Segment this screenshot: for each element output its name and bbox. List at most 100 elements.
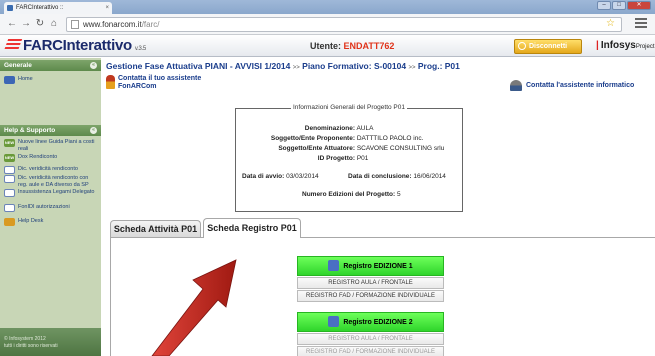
sidebar-item-label: FonIDI autorizzazioni bbox=[18, 204, 70, 210]
logout-label: Disconnetti bbox=[529, 43, 568, 50]
it-support-icon bbox=[510, 80, 522, 91]
registro-header: Registro EDIZIONE 1 bbox=[297, 256, 444, 276]
sidebar-item-fonidi[interactable]: FonIDI autorizzazioni bbox=[3, 204, 99, 212]
window-controls: – □ ✕ bbox=[596, 1, 651, 11]
contact-it-label: Contatta l'assistente informatico bbox=[526, 82, 635, 89]
sidebar-item-label: Dic. veridicità rendiconto con reg. aule… bbox=[18, 175, 89, 188]
info-id-progetto: ID Progetto: P01 bbox=[317, 155, 369, 162]
logout-button[interactable]: Disconnetti bbox=[514, 39, 582, 54]
info-data-avvio: Data di avvio: 03/03/2014 bbox=[242, 173, 319, 180]
sidebar-section-title: Generale bbox=[4, 62, 32, 69]
registro-icon bbox=[328, 316, 340, 327]
sidebar-item-label: Help Desk bbox=[18, 218, 44, 224]
url-path: /farc/ bbox=[141, 20, 160, 29]
new-badge-icon: NEW bbox=[4, 139, 15, 147]
document-icon bbox=[4, 204, 15, 212]
browser-tab[interactable]: FARCInterattivo :: × bbox=[4, 2, 112, 14]
infosys-brand: | InfosysProject bbox=[596, 40, 655, 51]
footer-rights: tutti i diritti sono riservati bbox=[4, 343, 58, 349]
browser-tab-title: FARCInterattivo :: bbox=[16, 5, 64, 11]
contact-assistant-link[interactable]: Contatta il tuo assistente FonARCom bbox=[106, 75, 201, 91]
info-numero-edizioni: Numero Edizioni del Progetto: 5 bbox=[302, 191, 401, 198]
reload-icon[interactable]: ↻ bbox=[34, 17, 46, 31]
contact-assistant-line2: FonARCom bbox=[118, 83, 157, 90]
browser-navbar: ← → ↻ ⌂ www.fonarcom.it/farc/ ☆ bbox=[0, 14, 655, 35]
maximize-button[interactable]: □ bbox=[612, 1, 626, 10]
infosys-label: Infosys bbox=[600, 40, 636, 51]
sidebar-item-label: Insussistenza Legami Delegato bbox=[18, 189, 95, 195]
browser-tabbar: FARCInterattivo :: × – □ ✕ bbox=[0, 0, 655, 14]
breadcrumb-phase[interactable]: Gestione Fase Attuativa PIANI - AVVISI 1… bbox=[106, 61, 290, 71]
sidebar-item-home[interactable]: Home bbox=[3, 76, 99, 84]
sidebar-item-linee-guida[interactable]: NEW Nuove linee Guida Piani a costi real… bbox=[3, 139, 99, 152]
breadcrumb-progetto: Prog.: P01 bbox=[417, 61, 460, 71]
sidebar-section-title: Help & Supporto bbox=[4, 127, 56, 134]
browser-menu-icon[interactable] bbox=[635, 18, 647, 29]
registro-icon bbox=[328, 260, 340, 271]
registro-header: Registro EDIZIONE 2 bbox=[297, 312, 444, 332]
sidebar-item-dox-rendiconto[interactable]: NEW Dox Rendiconto bbox=[3, 154, 99, 162]
sidebar-item-dic-veridicita-aule[interactable]: Dic. veridicità rendiconto con reg. aule… bbox=[3, 175, 99, 188]
minimize-button[interactable]: – bbox=[597, 1, 611, 10]
sidebar-item-label: Dic. veridicità rendiconto bbox=[18, 166, 78, 172]
registro-edizione-2: Registro EDIZIONE 2 REGISTRO AULA / FRON… bbox=[297, 312, 444, 356]
sidebar-item-dic-veridicita[interactable]: Dic. veridicità rendiconto bbox=[3, 166, 99, 174]
back-arrow-icon[interactable]: ← bbox=[6, 17, 18, 31]
screen: FARCInterattivo :: × – □ ✕ ← → ↻ ⌂ www.f… bbox=[0, 0, 655, 356]
sidebar-item-insussistenza[interactable]: Insussistenza Legami Delegato bbox=[3, 189, 99, 197]
current-user: Utente: ENDATT762 bbox=[310, 41, 394, 51]
registro-edizione-1: Registro EDIZIONE 1 REGISTRO AULA / FRON… bbox=[297, 256, 444, 302]
info-proponente: Soggetto/Ente Proponente: DATTTILO PAOLO… bbox=[270, 135, 424, 142]
page-icon bbox=[71, 20, 79, 29]
logo-text: FARCInterattivo bbox=[23, 37, 132, 54]
document-icon bbox=[4, 189, 15, 197]
tab-scheda-registro[interactable]: Scheda Registro P01 bbox=[203, 218, 301, 238]
favicon-icon bbox=[7, 5, 13, 11]
contact-assistant-line1: Contatta il tuo assistente bbox=[118, 75, 202, 82]
logo-stripes-icon bbox=[3, 39, 23, 51]
sidebar-section-help[interactable]: Help & Supporto « bbox=[0, 125, 101, 136]
info-denominazione: Denominazione: AULA bbox=[304, 125, 374, 132]
breadcrumb: Gestione Fase Attuativa PIANI - AVVISI 1… bbox=[106, 61, 460, 71]
infosys-sub: Project bbox=[635, 44, 655, 50]
sidebar-footer: © Infosystem 2012 tutti i diritti sono r… bbox=[0, 328, 101, 356]
sidebar-item-help-desk[interactable]: Help Desk bbox=[3, 218, 99, 226]
home-icon[interactable]: ⌂ bbox=[48, 17, 60, 31]
info-data-conclusione: Data di conclusione: 16/06/2014 bbox=[348, 173, 446, 180]
collapse-icon[interactable]: « bbox=[90, 127, 97, 134]
user-value: ENDATT762 bbox=[343, 41, 395, 51]
app-logo[interactable]: FARCInterattivo v.3.5 bbox=[3, 37, 146, 54]
power-icon bbox=[518, 42, 526, 50]
bookmark-star-icon[interactable]: ☆ bbox=[606, 18, 615, 29]
collapse-icon[interactable]: « bbox=[90, 62, 97, 69]
contact-it-link[interactable]: Contatta l'assistente informatico bbox=[510, 80, 635, 91]
user-label: Utente: bbox=[310, 41, 341, 51]
document-icon bbox=[4, 166, 15, 174]
project-info-box: Informazioni Generali del Progetto P01 D… bbox=[235, 104, 463, 212]
tab-close-icon[interactable]: × bbox=[105, 2, 109, 14]
info-box-title: Informazioni Generali del Progetto P01 bbox=[290, 104, 407, 111]
tab-scheda-attivita[interactable]: Scheda Attività P01 bbox=[110, 220, 201, 237]
registro-aula-button[interactable]: REGISTRO AULA / FRONTALE bbox=[297, 277, 444, 289]
assistant-person-icon bbox=[106, 75, 115, 89]
window-close-button[interactable]: ✕ bbox=[627, 1, 651, 10]
app-header: FARCInterattivo v.3.5 Utente: ENDATT762 D… bbox=[0, 35, 655, 57]
sidebar-section-generale[interactable]: Generale « bbox=[0, 60, 101, 71]
footer-copyright: © Infosystem 2012 bbox=[4, 336, 46, 342]
main-content: Gestione Fase Attuativa PIANI - AVVISI 1… bbox=[101, 58, 655, 356]
sidebar: Generale « Home Help & Supporto « NEW Nu… bbox=[0, 58, 101, 356]
help-desk-icon bbox=[4, 218, 15, 226]
info-attuatore: Soggetto/Ente Attuatore: SCAVONE CONSULT… bbox=[278, 145, 445, 152]
forward-arrow-icon[interactable]: → bbox=[20, 17, 32, 31]
sidebar-item-label: Nuove linee Guida Piani a costi reali bbox=[18, 139, 95, 152]
logo-version: v.3.5 bbox=[134, 46, 146, 52]
new-badge-icon: NEW bbox=[4, 154, 15, 162]
sidebar-item-label: Dox Rendiconto bbox=[18, 154, 58, 160]
breadcrumb-piano[interactable]: Piano Formativo: S-00104 bbox=[302, 61, 406, 71]
registro-fad-button[interactable]: REGISTRO FAD / FORMAZIONE INDIVIDUALE bbox=[297, 346, 444, 356]
registro-aula-button[interactable]: REGISTRO AULA / FRONTALE bbox=[297, 333, 444, 345]
address-bar[interactable]: www.fonarcom.it/farc/ bbox=[66, 17, 622, 32]
registro-fad-button[interactable]: REGISTRO FAD / FORMAZIONE INDIVIDUALE bbox=[297, 290, 444, 302]
document-icon bbox=[4, 175, 15, 183]
home-nav-icon bbox=[4, 76, 15, 84]
